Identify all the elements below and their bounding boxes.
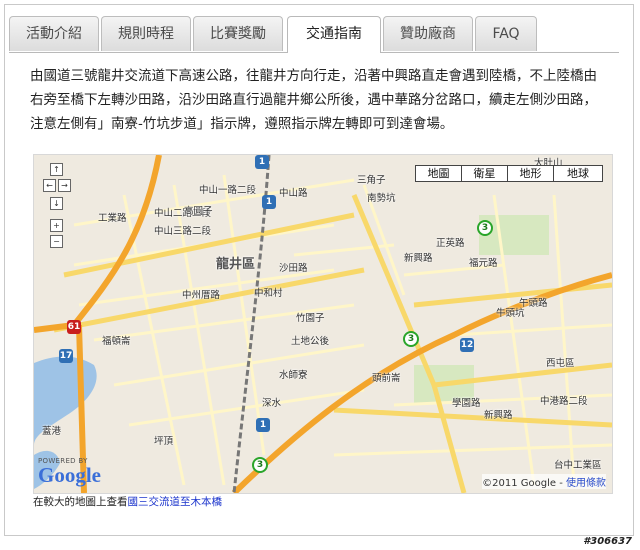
map-label: 南勢坑 [367, 193, 396, 204]
map-label: 頭前崙 [372, 373, 401, 384]
map-label: 新興路 [484, 410, 513, 421]
map-label: 中港路二段 [540, 396, 588, 407]
google-wordmark: Google [38, 463, 101, 487]
map-label: 台中工業區 [554, 460, 602, 471]
pan-down-button[interactable]: ↓ [50, 197, 63, 210]
tab-bar: 活動介紹 規則時程 比賽獎勵 交通指南 贊助廠商 FAQ [9, 16, 619, 53]
highway-shield: 1 [256, 418, 270, 432]
pan-up-button[interactable]: ↑ [50, 163, 63, 176]
zoom-in-button[interactable]: + [50, 219, 63, 232]
map-roads [34, 155, 612, 493]
map-copyright: ©2011 Google - 使用條款 [482, 474, 606, 489]
map-label: 坪頂 [154, 436, 174, 447]
highway-shield: 17 [59, 349, 73, 363]
map-type-map[interactable]: 地圖 [416, 166, 462, 181]
tab-prizes[interactable]: 比賽獎勵 [193, 16, 283, 51]
map-label: 三角子 [357, 175, 386, 186]
tab-faq[interactable]: FAQ [475, 16, 537, 51]
highway-shield: 61 [67, 320, 81, 334]
map-label: 午頭路 [519, 298, 548, 309]
map-label: 中山三路二段 [154, 226, 212, 237]
map-type-satellite[interactable]: 衛星 [462, 166, 508, 181]
map-label: 學園路 [452, 398, 481, 409]
map-type-terrain[interactable]: 地形 [508, 166, 554, 181]
map-label: 中州厝路 [182, 290, 221, 301]
map-label-district: 龍井區 [216, 257, 256, 272]
tab-transport[interactable]: 交通指南 [287, 16, 381, 53]
zoom-out-button[interactable]: − [50, 235, 63, 248]
google-logo[interactable]: POWERED BY Google [38, 457, 101, 486]
map-label: 中和村 [254, 288, 283, 299]
directions-text: 由國道三號龍井交流道下高速公路，往龍井方向行走，沿著中興路直走會遇到陸橋，不上陸… [30, 68, 597, 132]
highway-shield: 3 [477, 220, 493, 236]
tab-activity[interactable]: 活動介紹 [9, 16, 99, 51]
highway-shield: 1 [262, 195, 276, 209]
highway-shield: 3 [403, 331, 419, 347]
tab-sponsors[interactable]: 贊助廠商 [383, 16, 473, 51]
tab-rules[interactable]: 規則時程 [101, 16, 191, 51]
map-type-control: 地圖 衛星 地形 地球 [415, 165, 603, 182]
map-label: 中山一路二段 [199, 185, 257, 196]
highway-shield: 1 [255, 155, 269, 169]
pan-right-button[interactable]: → [58, 179, 71, 192]
highway-shield: 3 [252, 457, 268, 473]
map-caption: 在較大的地圖上查看國三交流道至木本橋 [33, 494, 222, 509]
map-label: 福元路 [469, 258, 498, 269]
map-label: 中山路 [279, 188, 308, 199]
map-label: 深水 [262, 398, 282, 409]
map-label: 竹園子 [296, 313, 325, 324]
map-label: 新興路 [404, 253, 433, 264]
map-label: 西屯區 [546, 358, 575, 369]
map-label: 蓋港 [42, 426, 62, 437]
map-label: 土地公後 [291, 336, 330, 347]
caption-prefix: 在較大的地圖上查看 [33, 496, 128, 508]
watermark: #306637 [583, 536, 632, 547]
pan-left-button[interactable]: ← [43, 179, 56, 192]
map-label: 福頓崙 [102, 336, 131, 347]
google-map[interactable]: 中山一路二段 中山二路二段 中山三路二段 高圓子 工業路 中山路 龍井區 三角子… [33, 154, 613, 494]
copyright-text: ©2011 Google - [482, 478, 563, 489]
map-label: 水師寮 [279, 370, 308, 381]
map-label: 正英路 [436, 238, 465, 249]
map-label: 沙田路 [279, 263, 308, 274]
larger-map-link[interactable]: 國三交流道至木本橋 [128, 496, 223, 508]
terms-link[interactable]: 使用條款 [566, 478, 606, 489]
map-label: 工業路 [98, 213, 127, 224]
highway-shield: 12 [460, 338, 474, 352]
map-type-earth[interactable]: 地球 [554, 166, 602, 181]
map-label: 高圓子 [184, 206, 213, 217]
